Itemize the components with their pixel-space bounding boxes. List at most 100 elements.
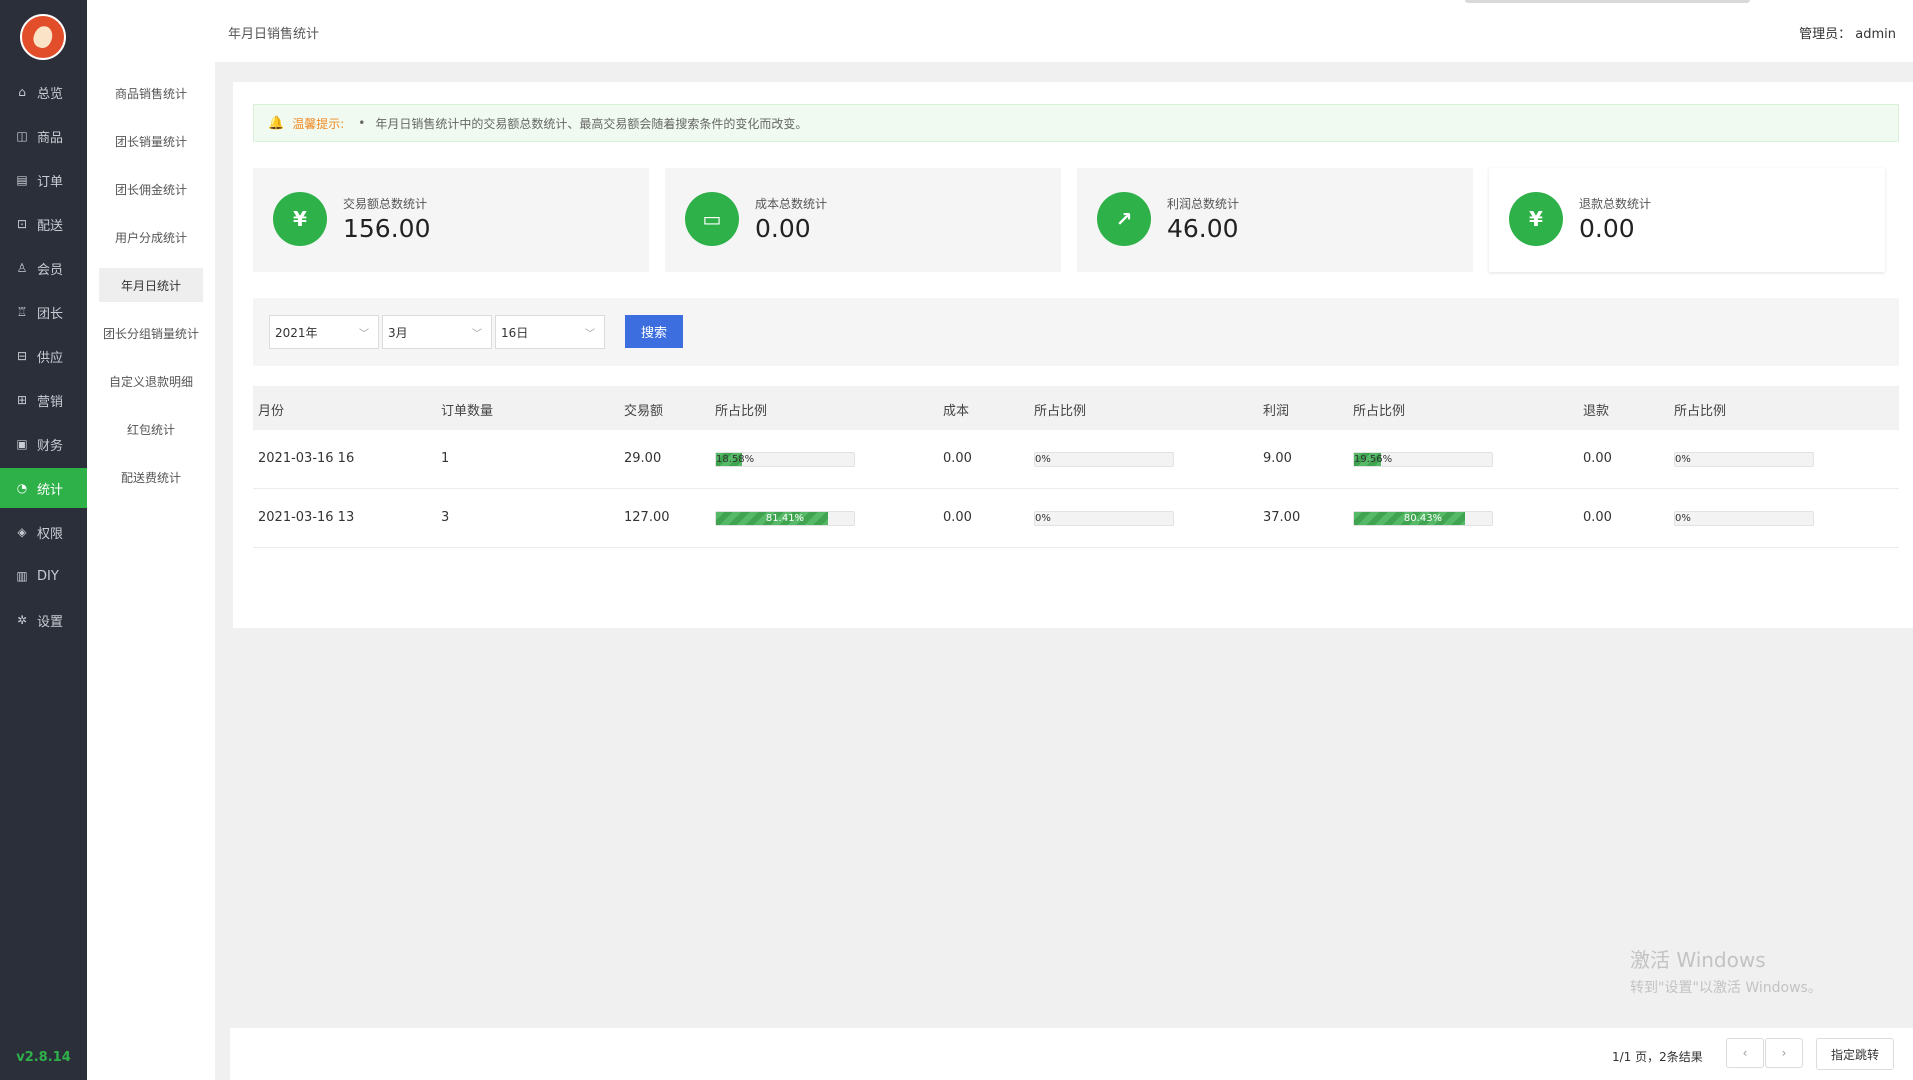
stat-card-label: 交易额总数统计: [343, 197, 428, 211]
wallet-card-icon: ▭: [685, 192, 739, 246]
cell-refund: 0.00: [1583, 451, 1612, 466]
money-shield-icon: ¥: [273, 192, 327, 246]
nav-item-permissions[interactable]: ◈ 权限: [0, 512, 87, 552]
tip-label: 温馨提示:: [292, 116, 345, 131]
chevron-down-icon: ﹀: [585, 329, 595, 340]
stat-card-label: 利润总数统计: [1167, 197, 1240, 211]
layout-icon: ▥: [16, 569, 28, 583]
ratio-label: 18.58%: [716, 454, 755, 465]
nav-item-label: 团长: [37, 306, 64, 322]
nav-item-orders[interactable]: ▤ 订单: [0, 160, 87, 200]
ratio-label: 81.41%: [765, 513, 805, 524]
day-select-value: 16日: [501, 325, 529, 340]
nav-item-label: 营销: [37, 394, 64, 410]
order-icon: ▤: [16, 173, 28, 187]
table-row: 2021-03-16 16 1 29.00 18.58% 0.00 0% 9.0…: [253, 430, 1899, 489]
column-header: 利润: [1263, 404, 1290, 419]
nav-item-delivery[interactable]: ⊡ 配送: [0, 204, 87, 244]
store-icon: ⊟: [16, 349, 28, 363]
search-button[interactable]: 搜索: [625, 315, 683, 348]
column-header: 所占比例: [1353, 404, 1406, 419]
bullet-icon: •: [358, 116, 366, 130]
nav-item-label: 订单: [37, 174, 64, 190]
wallet-icon: ▣: [16, 437, 28, 451]
amount-ratio-bar: 81.41%: [715, 511, 855, 526]
cell-orders: 1: [441, 451, 450, 466]
version-label: v2.8.14: [16, 1050, 71, 1065]
top-header: 年月日销售统计 管理员： admin: [215, 0, 1913, 62]
stat-card-profit: ↗ 利润总数统计 46.00: [1077, 168, 1473, 272]
nav-item-overview[interactable]: ⌂ 总览: [0, 72, 87, 112]
year-select[interactable]: 2021年 ﹀: [269, 315, 379, 349]
stat-card-value: 0.00: [1579, 214, 1635, 243]
gift-icon: ⊞: [16, 393, 28, 407]
table-row: 2021-03-16 13 3 127.00 81.41% 0.00 0% 37…: [253, 489, 1899, 548]
stat-card-value: 156.00: [343, 214, 431, 243]
cost-ratio-bar: 0%: [1034, 511, 1174, 526]
cell-month: 2021-03-16 16: [258, 451, 355, 466]
pagination-bar: 1/1 页，2条结果 ‹ › 指定跳转: [230, 1028, 1913, 1080]
nav-item-finance[interactable]: ▣ 财务: [0, 424, 87, 464]
subnav-item-leader-sales[interactable]: 团长销量统计: [99, 124, 203, 158]
nav-item-label: 供应: [37, 350, 64, 366]
nav-item-label: 财务: [37, 438, 64, 454]
subnav-item-red-packet[interactable]: 红包统计: [99, 412, 203, 446]
growth-chart-icon: ↗: [1097, 192, 1151, 246]
cell-month: 2021-03-16 13: [258, 510, 355, 525]
refund-ratio-bar: 0%: [1674, 511, 1814, 526]
month-select-value: 3月: [388, 325, 408, 340]
subnav-item-user-share[interactable]: 用户分成统计: [99, 220, 203, 254]
nav-item-statistics[interactable]: ◔ 统计: [0, 468, 87, 508]
stat-card-refund: ¥ 退款总数统计 0.00: [1489, 168, 1885, 272]
column-header: 成本: [943, 404, 970, 419]
filter-bar: 2021年 ﹀ 3月 ﹀ 16日 ﹀ 搜索: [253, 298, 1899, 366]
main-panel: 🔔 温馨提示: • 年月日销售统计中的交易额总数统计、最高交易额会随着搜索条件的…: [233, 82, 1913, 628]
month-select[interactable]: 3月 ﹀: [382, 315, 492, 349]
cell-cost: 0.00: [943, 510, 972, 525]
home-icon: ⌂: [18, 85, 26, 99]
nav-item-diy[interactable]: ▥ DIY: [0, 556, 87, 596]
subnav-item-custom-refund[interactable]: 自定义退款明细: [99, 364, 203, 398]
ratio-label: 0%: [1675, 454, 1691, 465]
admin-user[interactable]: 管理员： admin: [1799, 23, 1896, 42]
ratio-label: 0%: [1675, 513, 1691, 524]
nav-item-marketing[interactable]: ⊞ 营销: [0, 380, 87, 420]
chevron-left-icon: ‹: [1742, 1046, 1748, 1060]
chevron-right-icon: ›: [1781, 1046, 1787, 1060]
nav-item-label: 总览: [37, 86, 64, 102]
ratio-label: 0%: [1035, 454, 1051, 465]
nav-item-members[interactable]: ♙ 会员: [0, 248, 87, 288]
pagination-info: 1/1 页，2条结果: [1612, 1050, 1703, 1064]
dropdown-shadow: [1465, 0, 1750, 3]
main-sidebar: ⌂ 总览 ◫ 商品 ▤ 订单 ⊡ 配送 ♙ 会员 ♖ 团长 ⊟ 供应 ⊞ 营销 …: [0, 0, 87, 1080]
subnav-item-leader-group-sales[interactable]: 团长分组销量统计: [99, 316, 203, 350]
ratio-label: 19.56%: [1354, 454, 1393, 465]
cell-orders: 3: [441, 510, 450, 525]
nav-item-goods[interactable]: ◫ 商品: [0, 116, 87, 156]
stat-card-value: 0.00: [755, 214, 811, 243]
prev-page-button[interactable]: ‹: [1726, 1038, 1764, 1068]
jump-page-button[interactable]: 指定跳转: [1816, 1038, 1894, 1070]
tip-text: 年月日销售统计中的交易额总数统计、最高交易额会随着搜索条件的变化而改变。: [375, 116, 808, 131]
gear-icon: ✲: [16, 613, 28, 627]
subnav-item-leader-commission[interactable]: 团长佣金统计: [99, 172, 203, 206]
nav-item-settings[interactable]: ✲ 设置: [0, 600, 87, 640]
cell-amount: 29.00: [624, 451, 662, 466]
nav-item-leaders[interactable]: ♖ 团长: [0, 292, 87, 332]
day-select[interactable]: 16日 ﹀: [495, 315, 605, 349]
nav-item-label: DIY: [37, 568, 59, 584]
column-header: 退款: [1583, 404, 1610, 419]
bell-icon: 🔔: [268, 115, 285, 131]
cell-cost: 0.00: [943, 451, 972, 466]
subnav-item-ymd-stats[interactable]: 年月日统计: [99, 268, 203, 302]
next-page-button[interactable]: ›: [1765, 1038, 1803, 1068]
nav-item-label: 权限: [37, 526, 64, 542]
shield-icon: ◈: [17, 525, 27, 539]
nav-item-supply[interactable]: ⊟ 供应: [0, 336, 87, 376]
app-logo[interactable]: [20, 14, 66, 60]
subnav-item-delivery-fee[interactable]: 配送费统计: [99, 460, 203, 494]
subnav-item-goods-sales[interactable]: 商品销售统计: [99, 76, 203, 110]
column-header: 月份: [258, 404, 285, 419]
column-header: 所占比例: [715, 404, 768, 419]
windows-watermark: 激活 Windows 转到"设置"以激活 Windows。: [1630, 944, 1822, 997]
